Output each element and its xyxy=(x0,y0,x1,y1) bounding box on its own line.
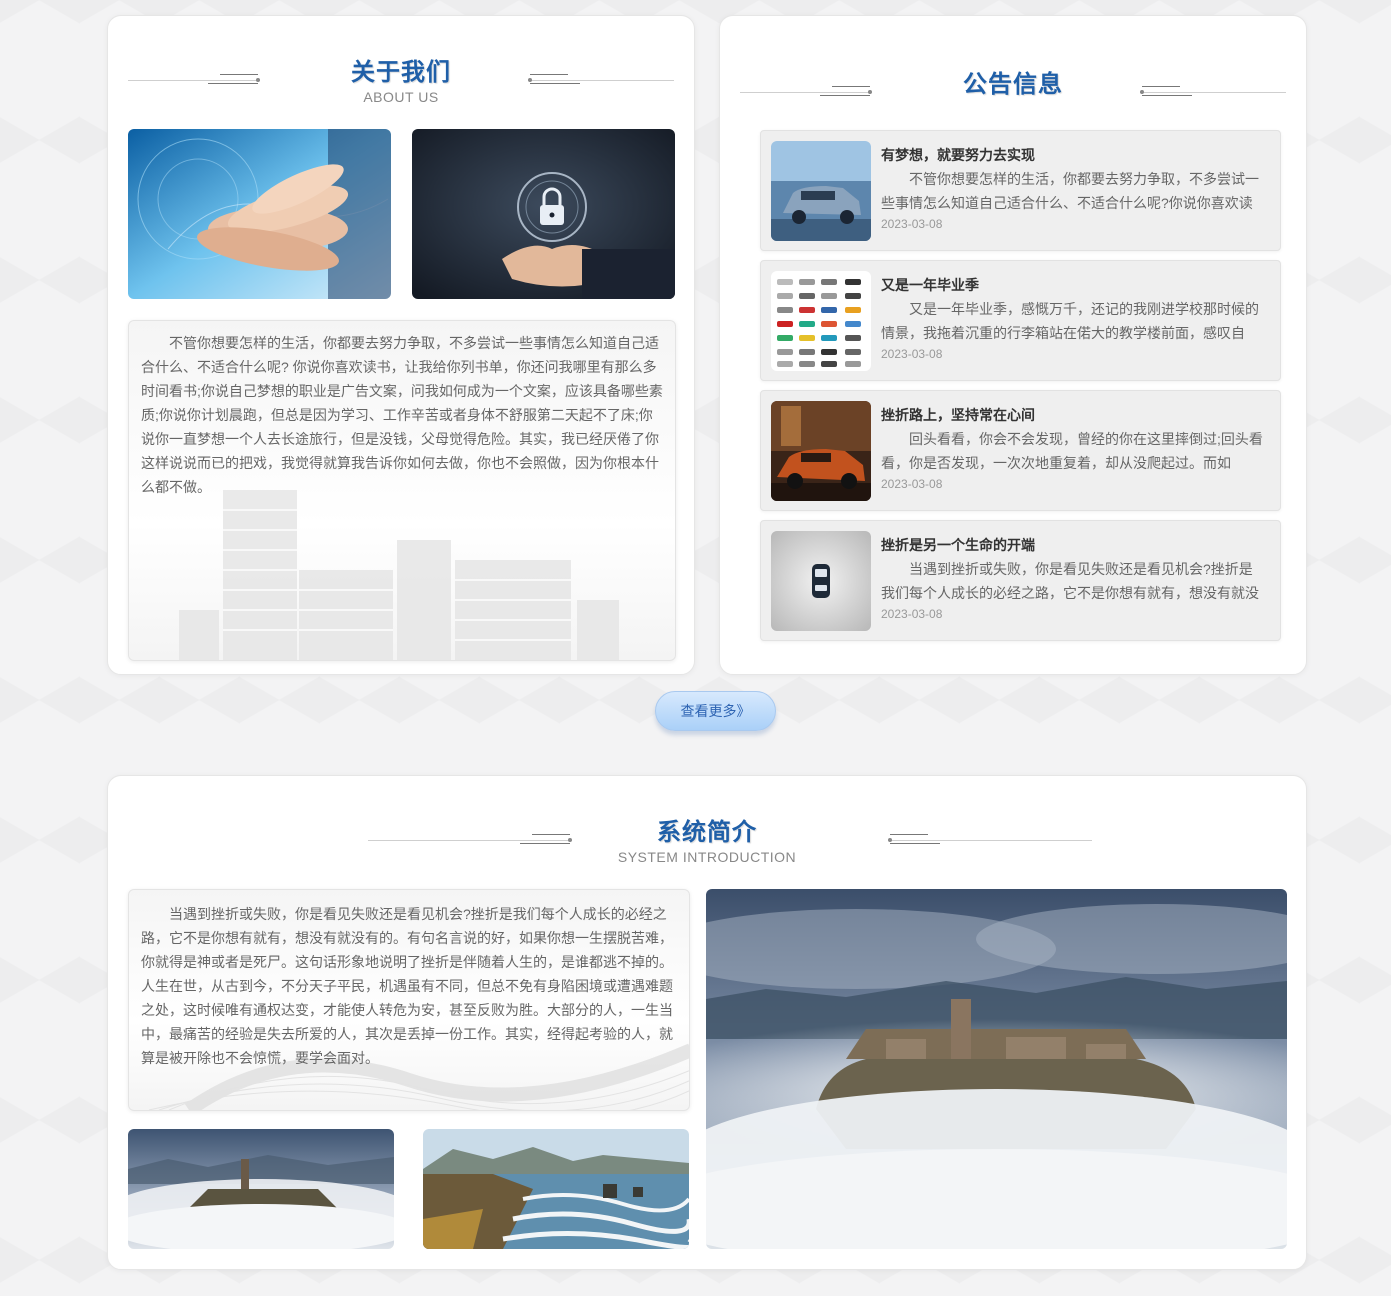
car-icons-grid-thumbnail[interactable] xyxy=(771,271,871,371)
system-title: 系统简介 xyxy=(657,819,757,846)
news-date: 2023-03-08 xyxy=(881,607,943,621)
about-subtitle: ABOUT US xyxy=(363,89,439,105)
notice-card: 公告信息 有梦想，就要努力去实现 不管你想要怎样的生活，你都要去努力争取，不多尝… xyxy=(719,15,1307,675)
about-text-box: 不管你想要怎样的生活，你都要去努力争取，不多尝试一些事情怎么知道自己适合什么、不… xyxy=(128,320,676,661)
news-desc: 回头看看，你会不会发现，曾经的你在这里摔倒过;回头看看，你是否发现，一次次地重复… xyxy=(881,431,1263,471)
news-title[interactable]: 有梦想，就要努力去实现 xyxy=(881,145,1035,165)
teamwork-hands-image xyxy=(128,129,391,299)
system-header: 系统简介 SYSTEM INTRODUCTION xyxy=(108,812,1306,865)
news-desc: 又是一年毕业季，感慨万千，还记的我刚进学校那时候的情景，我拖着沉重的行李箱站在偌… xyxy=(881,301,1259,341)
car-topview-thumbnail[interactable] xyxy=(771,531,871,631)
system-text-box: 当遇到挫折或失败，你是看见失败还是看见机会?挫折是我们每个人成长的必经之路，它不… xyxy=(128,889,690,1111)
orange-suv-thumbnail[interactable] xyxy=(771,401,871,501)
about-text: 不管你想要怎样的生活，你都要去努力争取，不多尝试一些事情怎么知道自己适合什么、不… xyxy=(141,335,663,495)
hilltown-clouds-small-image xyxy=(128,1129,394,1249)
about-card: 关于我们 ABOUT US 不管你想要怎样的生活，你都要去努力争取，不多尝试一些… xyxy=(107,15,695,675)
security-lock-image xyxy=(412,129,675,299)
hilltown-clouds-large-image xyxy=(706,889,1287,1249)
news-title[interactable]: 挫折路上，坚持常在心间 xyxy=(881,405,1035,425)
news-item[interactable]: 挫折路上，坚持常在心间 回头看看，你会不会发现，曾经的你在这里摔倒过;回头看看，… xyxy=(760,390,1281,511)
news-desc: 不管你想要怎样的生活，你都要去努力争取，不多尝试一些事情怎么知道自己适合什么、不… xyxy=(881,171,1259,211)
system-card: 系统简介 SYSTEM INTRODUCTION 当遇到挫折或失败，你是看见失败… xyxy=(107,775,1307,1270)
title-decoration-right xyxy=(1140,84,1286,98)
system-subtitle: SYSTEM INTRODUCTION xyxy=(617,849,797,865)
news-item[interactable]: 有梦想，就要努力去实现 不管你想要怎样的生活，你都要去努力争取，不多尝试一些事情… xyxy=(760,130,1281,251)
title-decoration-right xyxy=(888,832,1092,846)
title-decoration-right xyxy=(528,72,674,86)
news-desc: 当遇到挫折或失败，你是看见失败还是看见机会?挫折是我们每个人成长的必经之路，它不… xyxy=(881,561,1259,601)
news-date: 2023-03-08 xyxy=(881,477,943,491)
view-more-button[interactable]: 查看更多》 xyxy=(655,691,776,731)
system-text: 当遇到挫折或失败，你是看见失败还是看见机会?挫折是我们每个人成长的必经之路，它不… xyxy=(141,906,673,1066)
news-item[interactable]: 挫折是另一个生命的开端 当遇到挫折或失败，你是看见失败还是看见机会?挫折是我们每… xyxy=(760,520,1281,641)
news-item[interactable]: 又是一年毕业季 又是一年毕业季，感慨万千，还记的我刚进学校那时候的情景，我拖着沉… xyxy=(760,260,1281,381)
news-title[interactable]: 又是一年毕业季 xyxy=(881,275,979,295)
news-date: 2023-03-08 xyxy=(881,217,943,231)
coastline-image xyxy=(423,1129,689,1249)
suv-on-beach-thumbnail[interactable] xyxy=(771,141,871,241)
news-date: 2023-03-08 xyxy=(881,347,943,361)
news-title[interactable]: 挫折是另一个生命的开端 xyxy=(881,535,1035,555)
